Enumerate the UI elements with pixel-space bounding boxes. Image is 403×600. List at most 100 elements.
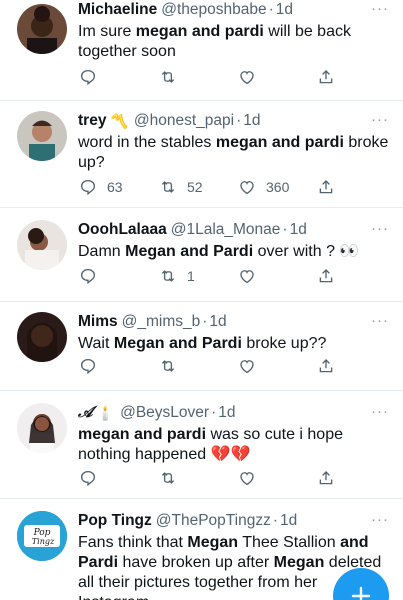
retweet-button[interactable] — [159, 357, 187, 375]
retweet-icon — [161, 181, 175, 193]
share-button[interactable] — [317, 68, 335, 86]
tweet-text-segment: Wait — [78, 335, 114, 352]
tweet-text-segment: have broken up after — [118, 554, 274, 571]
tweet-item[interactable]: 𝒜 🕯️ @BeysLover · 1d ··· megan and pardi… — [0, 391, 403, 499]
reply-button[interactable] — [79, 68, 107, 86]
display-name[interactable]: trey — [78, 112, 106, 130]
tweet-header: trey 〽️ @honest_papi · 1d — [78, 111, 393, 131]
logo-text-bottom: Tingz — [32, 537, 55, 546]
tweet-header: OoohLalaaa @1Lala_Monae · 1d — [78, 220, 393, 240]
user-handle[interactable]: @ThePopTingzz — [156, 512, 271, 530]
separator-dot: · — [272, 512, 279, 529]
retweet-button[interactable] — [159, 469, 187, 487]
reply-button[interactable] — [79, 357, 107, 375]
tweet-text-keyword: Megan — [187, 534, 239, 551]
user-handle[interactable]: @theposhbabe — [161, 1, 266, 19]
share-button[interactable] — [317, 178, 335, 196]
reply-count: 63 — [107, 179, 123, 195]
tweet-item[interactable]: Mims @_mims_b · 1d ··· Wait Megan and Pa… — [0, 302, 403, 391]
retweet-button[interactable]: 52 — [159, 178, 203, 196]
separator-dot: · — [268, 1, 274, 18]
heart-icon — [240, 270, 254, 284]
user-handle[interactable]: @1Lala_Monae — [171, 221, 281, 239]
tweet-text-keyword: Megan and Pardi — [125, 243, 254, 260]
retweet-icon — [161, 472, 175, 484]
timestamp[interactable]: 1d — [218, 404, 235, 422]
timestamp[interactable]: 1d — [290, 221, 307, 239]
tweet-text-keyword: megan and pardi — [78, 426, 207, 443]
share-button[interactable] — [317, 267, 335, 285]
timestamp[interactable]: 1d — [276, 1, 293, 19]
tweet-item[interactable]: OoohLalaaa @1Lala_Monae · 1d ··· Damn Me… — [0, 208, 403, 302]
like-button[interactable] — [238, 469, 266, 487]
tweet-text: word in the stables megan and pardi brok… — [78, 133, 393, 173]
display-name[interactable]: Michaeline — [78, 1, 157, 19]
reply-button[interactable]: 63 — [79, 178, 123, 196]
tweet-feed: Michaeline @theposhbabe · 1d ··· Im sure… — [0, 0, 403, 600]
heart-icon — [240, 71, 254, 85]
more-options-icon[interactable]: ··· — [371, 0, 389, 17]
like-button[interactable] — [238, 68, 266, 86]
user-handle[interactable]: @honest_papi — [134, 112, 234, 130]
retweet-button[interactable]: 1 — [159, 267, 195, 285]
timestamp[interactable]: 1d — [280, 512, 297, 530]
heart-icon — [240, 181, 254, 195]
reply-icon — [80, 358, 96, 375]
tweet-header: Mims @_mims_b · 1d — [78, 312, 393, 332]
timestamp[interactable]: 1d — [209, 313, 226, 331]
retweet-button[interactable] — [159, 68, 187, 86]
more-options-icon[interactable]: ··· — [371, 312, 389, 329]
like-button[interactable]: 360 — [238, 178, 289, 196]
avatar[interactable] — [17, 4, 67, 54]
tweet-actions — [0, 467, 403, 489]
retweet-icon — [161, 360, 175, 372]
heart-icon — [240, 360, 254, 374]
tweet-text-segment: Damn — [78, 243, 126, 260]
tweet-text: Damn Megan and Pardi over with ? 👀 — [78, 242, 393, 262]
timestamp[interactable]: 1d — [243, 112, 260, 130]
more-options-icon[interactable]: ··· — [371, 111, 389, 128]
like-button[interactable] — [238, 267, 266, 285]
more-options-icon[interactable]: ··· — [371, 220, 389, 237]
reply-button[interactable] — [79, 267, 107, 285]
like-count: 360 — [266, 179, 290, 195]
display-name[interactable]: 𝒜 — [78, 404, 93, 422]
tweet-item[interactable]: Michaeline @theposhbabe · 1d ··· Im sure… — [0, 0, 403, 101]
share-button[interactable] — [317, 357, 335, 375]
retweet-icon — [161, 270, 175, 282]
user-handle[interactable]: @BeysLover — [120, 404, 209, 422]
name-emoji: 🕯️ — [96, 404, 115, 421]
user-handle[interactable]: @_mims_b — [122, 313, 201, 331]
reply-icon — [80, 268, 96, 285]
avatar[interactable] — [17, 403, 67, 453]
name-emoji: 〽️ — [110, 112, 128, 129]
tweet-text-segment: broke up?? — [241, 335, 327, 352]
avatar[interactable] — [17, 111, 67, 161]
display-name[interactable]: OoohLalaaa — [78, 221, 167, 239]
separator-dot: · — [211, 404, 217, 421]
heart-icon — [240, 472, 254, 486]
display-name[interactable]: Pop Tingz — [78, 512, 152, 530]
share-button[interactable] — [317, 469, 335, 487]
avatar[interactable] — [17, 220, 67, 270]
tweet-text-segment: over with ? 👀 — [253, 243, 360, 260]
more-options-icon[interactable]: ··· — [371, 511, 389, 528]
tweet-actions: 63 52 360 — [0, 176, 403, 198]
like-button[interactable] — [238, 357, 266, 375]
tweet-text-keyword: megan and pardi — [215, 134, 344, 151]
retweet-count: 52 — [187, 179, 203, 195]
pop-tingz-logo: Pop Tingz — [17, 511, 67, 561]
avatar[interactable]: Pop Tingz — [17, 511, 67, 561]
reply-button[interactable] — [79, 469, 107, 487]
tweet-text-segment: Fans think that — [78, 534, 188, 551]
share-icon — [319, 471, 333, 485]
share-icon — [319, 70, 333, 84]
more-options-icon[interactable]: ··· — [371, 403, 389, 420]
tweet-item[interactable]: trey 〽️ @honest_papi · 1d ··· word in th… — [0, 101, 403, 208]
tweet-header: Pop Tingz @ThePopTingzz · 1d — [78, 511, 393, 531]
tweet-actions: 1 — [0, 265, 403, 287]
reply-icon — [80, 470, 96, 487]
display-name[interactable]: Mims — [78, 313, 118, 331]
tweet-text: Im sure megan and pardi will be back tog… — [78, 22, 393, 62]
tweet-text-segment: word in the stables — [78, 134, 216, 151]
